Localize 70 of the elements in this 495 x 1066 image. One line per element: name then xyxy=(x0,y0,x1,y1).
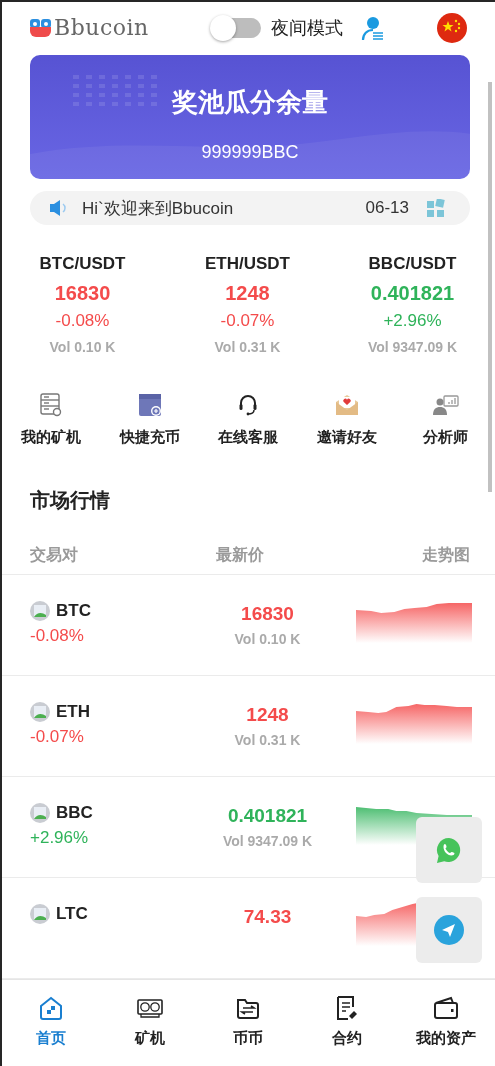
change-percent: -0.07% xyxy=(220,311,275,331)
change-percent: -0.08% xyxy=(30,626,85,646)
home-icon xyxy=(38,995,65,1021)
shortcut-button[interactable]: 我的矿机 xyxy=(2,391,101,447)
headset-icon xyxy=(237,393,260,417)
section-title: 市场行情 xyxy=(30,488,110,513)
nav-tab[interactable]: 首页 xyxy=(2,980,101,1066)
graphics-card-icon xyxy=(135,996,164,1020)
shortcut-button[interactable]: 分析师 xyxy=(396,391,495,447)
nav-tab[interactable]: 币币 xyxy=(199,980,298,1066)
price: 1248 xyxy=(246,704,289,726)
coin-image-icon xyxy=(30,904,50,924)
banner-amount: 999999BBC xyxy=(201,142,299,163)
coin-symbol: BTC xyxy=(56,601,91,621)
card-plus-icon xyxy=(136,392,163,418)
flag-icon[interactable] xyxy=(437,12,467,43)
night-mode-label: 夜间模式 xyxy=(271,16,343,40)
nav-tab[interactable]: 我的资产 xyxy=(396,980,495,1066)
shortcut-button[interactable]: 邀请好友 xyxy=(297,391,397,447)
send-button[interactable] xyxy=(416,897,482,963)
column-header: 最新价 xyxy=(215,544,265,565)
banner-title: 奖池瓜分余量 xyxy=(172,86,328,119)
nav-tab[interactable]: 矿机 xyxy=(100,980,200,1066)
grid-icon[interactable] xyxy=(427,199,445,217)
paper-plane-icon xyxy=(434,915,464,945)
coin-image-icon xyxy=(30,601,50,621)
price: 1248 xyxy=(225,282,270,305)
phone-bubble-icon xyxy=(436,836,462,864)
pair-label: ETH/USDT xyxy=(205,254,290,274)
nav-tab[interactable]: 合约 xyxy=(297,980,397,1066)
change-percent: -0.07% xyxy=(30,727,85,747)
user-list-icon[interactable] xyxy=(361,14,385,41)
change-percent: +2.96% xyxy=(30,828,90,848)
pair-label: BTC/USDT xyxy=(39,254,126,274)
server-gear-icon xyxy=(39,392,64,418)
price: 0.401821 xyxy=(227,805,308,827)
notice-date: 06-13 xyxy=(365,198,409,218)
speaker-icon xyxy=(48,199,68,217)
coin-symbol: LTC xyxy=(56,904,88,924)
logo-text: Bbucoin xyxy=(54,15,149,40)
change-percent: -0.08% xyxy=(55,311,110,331)
wallet-icon xyxy=(431,995,460,1021)
heart-letter-icon xyxy=(334,393,361,417)
coin-image-icon xyxy=(30,702,50,722)
change-percent: +2.96% xyxy=(383,311,442,331)
price: 0.401821 xyxy=(370,282,455,305)
coin-image-icon xyxy=(30,803,50,823)
document-icon xyxy=(335,995,360,1021)
column-header: 走势图 xyxy=(422,544,470,565)
volume: Vol 0.10 K xyxy=(49,339,116,355)
volume: Vol 0.31 K xyxy=(234,732,301,748)
volume: Vol 9347.09 K xyxy=(222,833,313,849)
price: 16830 xyxy=(54,282,111,305)
volume: Vol 9347.09 K xyxy=(367,339,458,355)
presenter-icon xyxy=(431,394,460,416)
notice-text: Hi`欢迎来到Bbucoin xyxy=(82,197,235,220)
logo-icon xyxy=(30,18,52,37)
night-mode-toggle[interactable] xyxy=(213,17,261,38)
shortcut-button[interactable]: 快捷充币 xyxy=(100,391,200,447)
volume: Vol 0.31 K xyxy=(214,339,281,355)
volume: Vol 0.10 K xyxy=(234,631,301,647)
price: 16830 xyxy=(241,603,294,625)
pair-label: BBC/USDT xyxy=(368,254,457,274)
shortcut-button[interactable]: 在线客服 xyxy=(199,391,298,447)
column-header: 交易对 xyxy=(30,544,79,565)
coin-symbol: ETH xyxy=(56,702,90,722)
coin-symbol: BBC xyxy=(56,803,93,823)
price: 74.33 xyxy=(243,906,292,928)
chat-button[interactable] xyxy=(416,817,482,883)
scrollbar[interactable] xyxy=(488,82,492,492)
